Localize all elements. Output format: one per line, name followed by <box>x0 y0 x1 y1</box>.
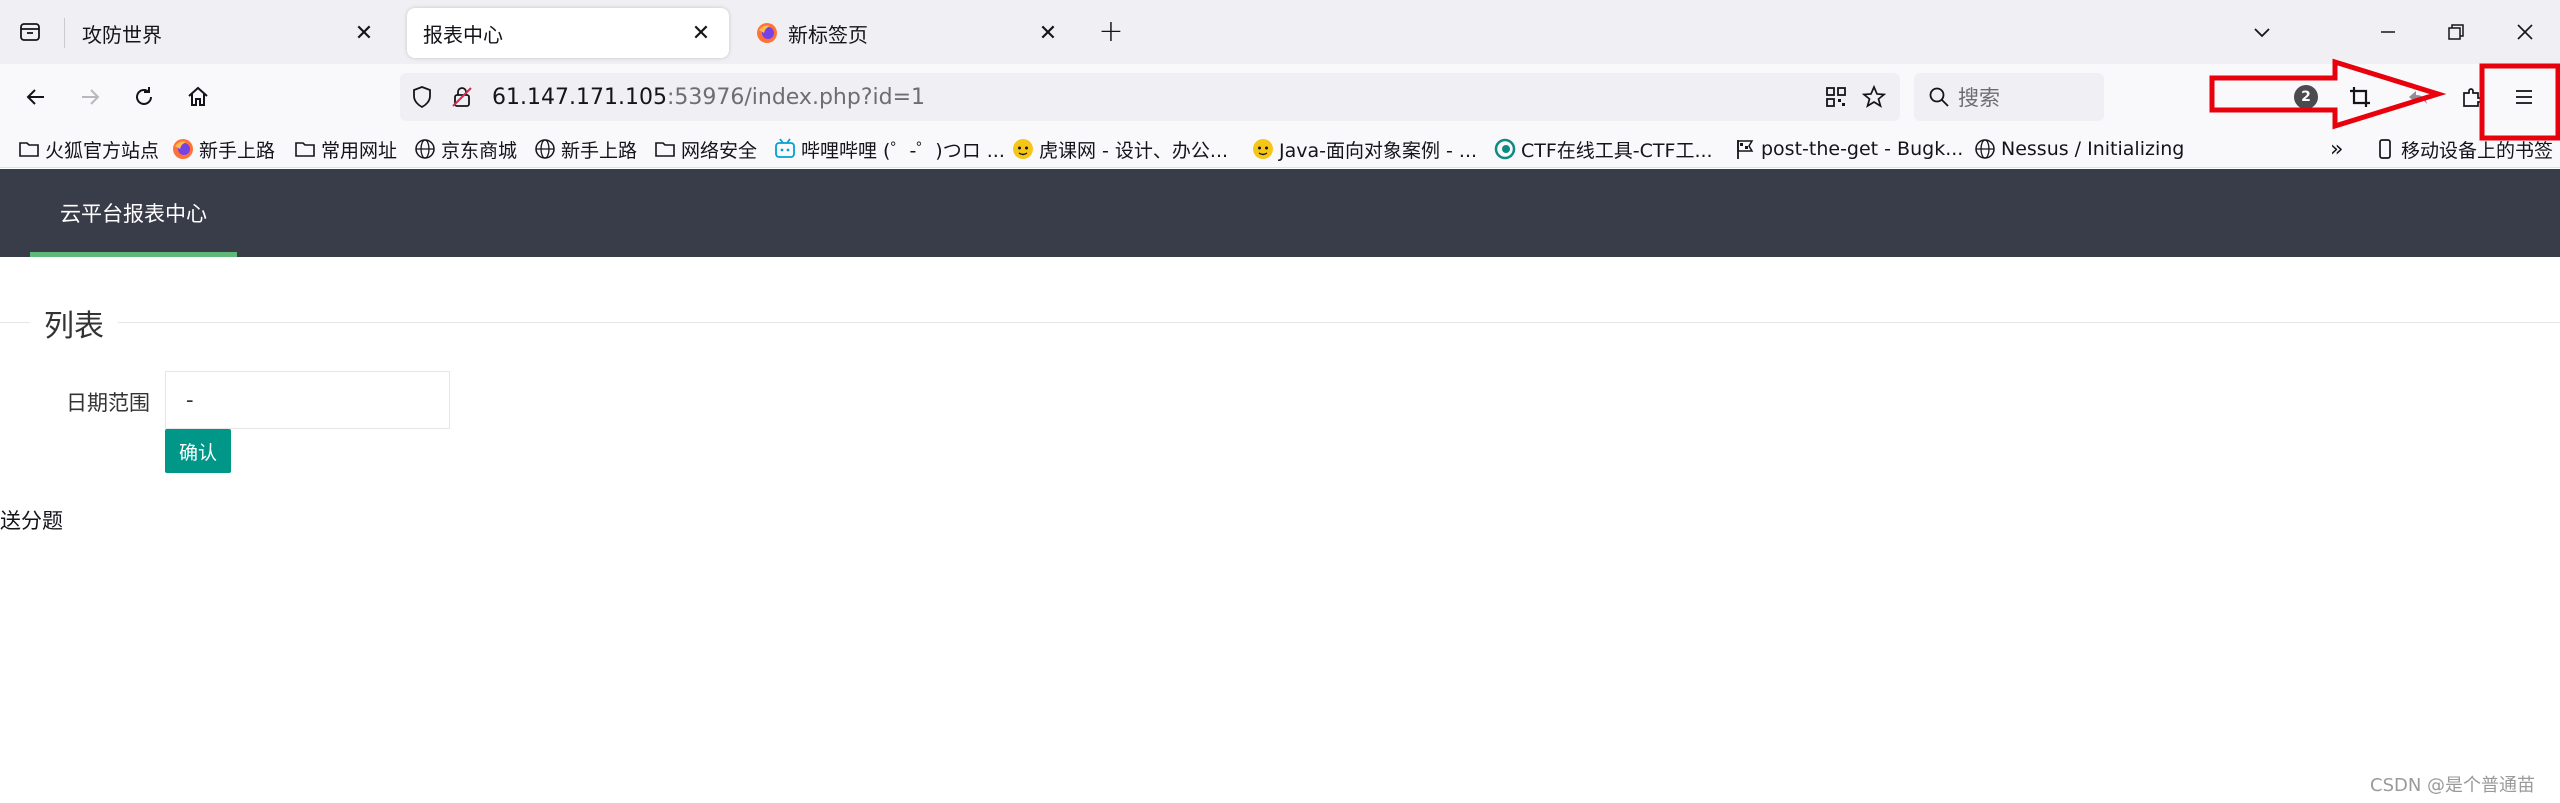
search-placeholder: 搜索 <box>1958 86 2000 110</box>
back-icon[interactable] <box>14 75 58 119</box>
section-title: 列表 <box>30 301 118 345</box>
bookmark-item[interactable]: CTF在线工具-CTF工... <box>1494 134 1713 164</box>
tab-list-icon[interactable] <box>10 12 50 52</box>
date-range-input[interactable]: - <box>165 371 450 429</box>
close-icon[interactable]: ✕ <box>687 19 715 47</box>
shield-icon[interactable] <box>410 85 434 109</box>
globe-icon <box>414 138 436 160</box>
bookmark-label: 网络安全 <box>681 139 758 162</box>
csdn-watermark: CSDN @是个普通苗 <box>2370 775 2536 796</box>
bookmark-label: Nessus / Initializing <box>2001 138 2185 160</box>
bookmark-item[interactable]: 虎课网 - 设计、办公... <box>1012 134 1228 164</box>
close-icon[interactable]: ✕ <box>1034 19 1062 47</box>
firefox-icon <box>172 138 194 160</box>
bookmarks-toolbar: 火狐官方站点 新手上路 常用网址 京东商城 新手上路 网络安全 哔哩哔哩 (゜-… <box>0 130 2560 168</box>
bilibili-icon <box>774 138 796 160</box>
nav-active-indicator <box>30 252 237 257</box>
forward-icon[interactable] <box>68 75 112 119</box>
reload-icon[interactable] <box>122 75 166 119</box>
folder-icon <box>18 138 40 160</box>
tab-gongfang[interactable]: 攻防世界 ✕ <box>66 8 392 58</box>
home-icon[interactable] <box>176 75 220 119</box>
new-tab-button[interactable]: + <box>1094 14 1128 49</box>
mobile-bookmarks[interactable]: 移动设备上的书签 <box>2374 134 2553 164</box>
search-icon <box>1928 86 1950 108</box>
nav-item-report-center[interactable]: 云平台报表中心 <box>30 169 237 257</box>
minimize-icon[interactable] <box>2360 8 2416 56</box>
bookmarks-overflow-button[interactable]: » <box>2330 134 2343 164</box>
bookmark-item[interactable]: 网络安全 <box>654 134 757 164</box>
search-input[interactable]: 搜索 <box>1914 73 2104 121</box>
mobile-device-icon <box>2374 138 2396 160</box>
bookmark-label: 新手上路 <box>561 139 638 162</box>
url-path: :53976/index.php?id=1 <box>666 84 926 110</box>
tab-baobiao[interactable]: 报表中心 ✕ <box>407 8 729 58</box>
fieldset-divider <box>0 322 2560 323</box>
tab-title: 新标签页 <box>788 22 868 47</box>
bonus-question-text: 送分题 <box>0 509 63 533</box>
firefox-icon <box>756 22 778 44</box>
bookmark-label: Java-面向对象案例 - ... <box>1279 139 1478 162</box>
bookmark-item[interactable]: 新手上路 <box>534 134 637 164</box>
bookmark-label: 虎课网 - 设计、办公... <box>1039 139 1229 162</box>
restore-icon[interactable] <box>2428 8 2484 56</box>
close-icon[interactable]: ✕ <box>350 19 378 47</box>
bookmark-item[interactable]: 火狐官方站点 <box>18 134 159 164</box>
tab-separator <box>64 18 65 48</box>
reply-arrow-icon[interactable] <box>2396 75 2440 119</box>
navigation-toolbar: 61.147.171.105:53976/index.php?id=1 搜索 2 <box>0 64 2560 130</box>
tab-strip: 攻防世界 ✕ 报表中心 ✕ 新标签页 ✕ + <box>0 0 2560 64</box>
mobile-bookmarks-label: 移动设备上的书签 <box>2401 139 2554 162</box>
address-bar[interactable]: 61.147.171.105:53976/index.php?id=1 <box>400 73 1900 121</box>
bookmark-label: 新手上路 <box>199 139 276 162</box>
bookmark-item[interactable]: Java-面向对象案例 - ... <box>1252 134 1477 164</box>
bookmark-label: 哔哩哔哩 (゜-゜)つロ ... <box>801 139 1005 162</box>
page-content: 云平台报表中心 列表 日期范围 - 确认 送分题 CSDN @是个普通苗 <box>0 169 2560 803</box>
huke-icon <box>1012 138 1034 160</box>
bookmark-item[interactable]: 常用网址 <box>294 134 397 164</box>
confirm-button[interactable]: 确认 <box>165 429 231 473</box>
bookmark-item[interactable]: 哔哩哔哩 (゜-゜)つロ ... <box>774 134 1005 164</box>
bookmark-star-icon[interactable] <box>1862 85 1886 109</box>
globe-icon <box>1974 138 1996 160</box>
folder-icon <box>294 138 316 160</box>
date-range-label: 日期范围 <box>66 391 150 415</box>
url-host: 61.147.171.105 <box>492 84 667 110</box>
bookmark-label: post-the-get - Bugk... <box>1761 138 1964 160</box>
tab-title: 攻防世界 <box>82 22 162 47</box>
huke-icon <box>1252 138 1274 160</box>
folder-icon <box>654 138 676 160</box>
bookmark-item[interactable]: 京东商城 <box>414 134 517 164</box>
globe-icon <box>534 138 556 160</box>
bookmark-label: 火狐官方站点 <box>45 139 160 162</box>
flag-icon <box>1734 138 1756 160</box>
qr-code-icon[interactable] <box>1824 85 1848 109</box>
bookmark-item[interactable]: post-the-get - Bugk... <box>1734 134 1963 164</box>
insecure-lock-icon[interactable] <box>450 85 474 109</box>
bookmark-label: CTF在线工具-CTF工... <box>1521 139 1713 162</box>
tab-title: 报表中心 <box>423 22 503 47</box>
tab-newtab[interactable]: 新标签页 ✕ <box>740 8 1076 58</box>
bookmark-label: 常用网址 <box>321 139 398 162</box>
hamburger-menu-icon[interactable] <box>2502 75 2546 119</box>
tab-list-dropdown-icon[interactable] <box>2234 8 2290 56</box>
bookmark-item[interactable]: 新手上路 <box>172 134 275 164</box>
crop-screenshot-icon[interactable] <box>2338 75 2382 119</box>
site-header: 云平台报表中心 <box>0 169 2560 257</box>
extensions-puzzle-icon[interactable] <box>2450 75 2494 119</box>
extension-count-badge[interactable]: 2 <box>2294 85 2318 109</box>
bookmark-label: 京东商城 <box>441 139 518 162</box>
url-text[interactable]: 61.147.171.105:53976/index.php?id=1 <box>492 85 925 110</box>
ctf-icon <box>1494 138 1516 160</box>
window-close-icon[interactable] <box>2497 8 2553 56</box>
bookmark-item[interactable]: Nessus / Initializing <box>1974 134 2184 164</box>
